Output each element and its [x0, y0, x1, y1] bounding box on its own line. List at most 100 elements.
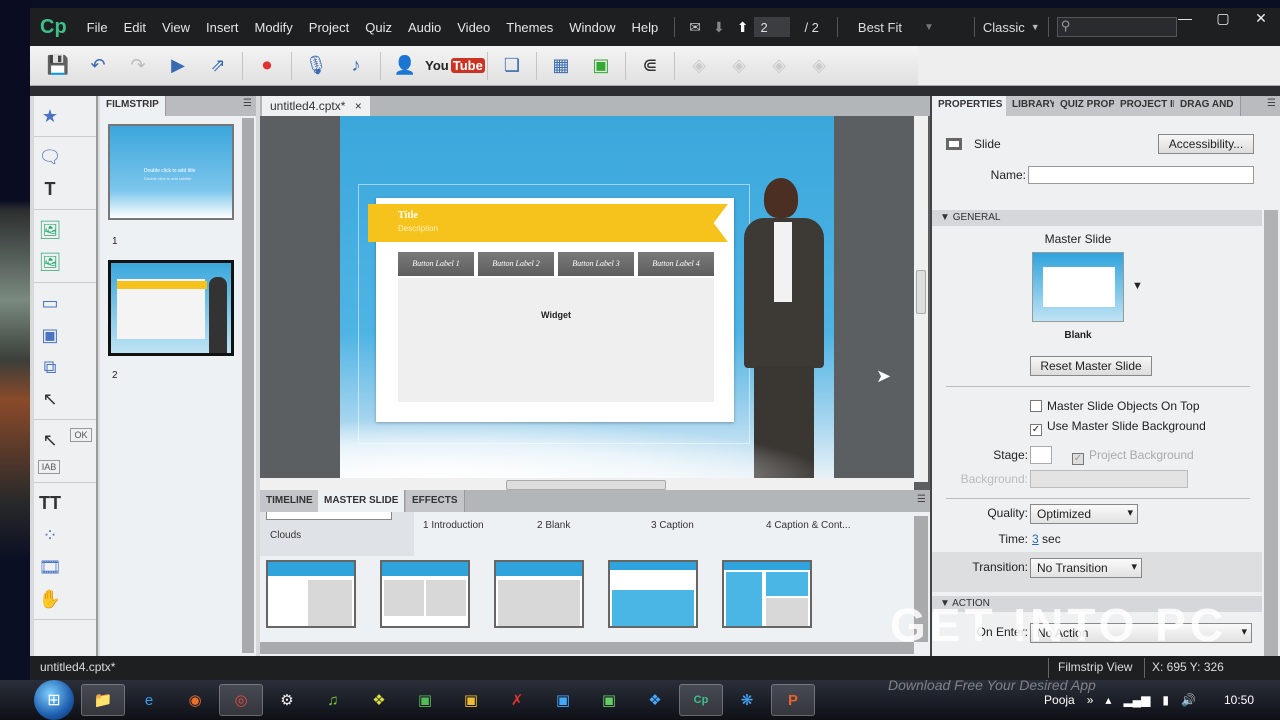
text-caption-icon[interactable]: 🗨	[38, 145, 62, 169]
accessibility-button[interactable]: Accessibility...	[1158, 134, 1254, 154]
widget-placeholder[interactable]: Widget	[398, 278, 714, 402]
taskbar-explorer-icon[interactable]: 📁	[81, 684, 125, 716]
zoom-dropdown-icon[interactable]: ▼	[924, 22, 934, 33]
master-thumb-caption-content[interactable]	[608, 560, 698, 628]
snap-to-grid-icon[interactable]: ▣	[587, 52, 615, 80]
workspace-dropdown-icon[interactable]: ▼	[1031, 22, 1040, 32]
text-entry-box-icon[interactable]: IAB	[38, 460, 60, 474]
menu-project[interactable]: Project	[301, 20, 357, 35]
animation-icon[interactable]: ⁘	[38, 523, 62, 547]
audio-note-icon[interactable]: ♪	[342, 52, 370, 80]
close-button[interactable]: ✕	[1242, 8, 1280, 30]
mouse-icon[interactable]: ↖	[38, 387, 62, 411]
master-slide-dropdown-icon[interactable]: ▼	[1132, 280, 1143, 292]
document-tab[interactable]: untitled4.cptx* ×	[262, 96, 370, 116]
taskbar-dropbox-icon[interactable]: ❖	[633, 684, 677, 716]
stage-vertical-scrollbar[interactable]	[914, 116, 928, 482]
minimize-button[interactable]: —	[1166, 8, 1204, 30]
menu-video[interactable]: Video	[449, 20, 498, 35]
vertical-scroll-thumb[interactable]	[916, 270, 926, 314]
general-section-header[interactable]: ▼ GENERAL	[932, 210, 1262, 226]
taskbar-ie-icon[interactable]: e	[127, 684, 171, 716]
tab-properties[interactable]: PROPERTIES	[932, 96, 1010, 116]
menu-quiz[interactable]: Quiz	[357, 20, 400, 35]
panel-menu-icon[interactable]: ☰	[243, 98, 252, 109]
preview-play-icon[interactable]: ▶	[164, 52, 192, 80]
microphone-icon[interactable]: 🎙	[302, 52, 330, 80]
transition-select[interactable]: No Transition	[1030, 558, 1142, 578]
menu-window[interactable]: Window	[561, 20, 623, 35]
taskbar-firefox-icon[interactable]: ◉	[173, 684, 217, 716]
tab-quiz-properties[interactable]: QUIZ PROP	[1054, 96, 1123, 116]
search-input[interactable]	[1056, 17, 1177, 37]
slide-description[interactable]: Description	[398, 224, 438, 233]
taskbar-app-icon[interactable]: ♫	[311, 684, 355, 716]
slide-layers-icon[interactable]: ❏	[498, 52, 526, 80]
button-icon[interactable]: OK	[70, 428, 92, 442]
panel-menu-icon[interactable]: ☰	[917, 494, 926, 505]
master-thumb-introduction[interactable]	[266, 560, 356, 628]
search-box[interactable]: ⚲	[1056, 17, 1177, 37]
master-objects-on-top-checkbox[interactable]: Master Slide Objects On Top	[1030, 399, 1200, 413]
gesture-icon[interactable]: ✋	[38, 587, 62, 611]
horizontal-scroll-thumb[interactable]	[506, 480, 666, 490]
tab-master-slide[interactable]: MASTER SLIDE	[318, 490, 406, 512]
youtube-icon[interactable]: You Tube	[425, 52, 485, 80]
highlight-box-icon[interactable]: ▭	[38, 291, 62, 315]
panel-menu-icon[interactable]: ☰	[1267, 98, 1276, 109]
taskbar-app-icon[interactable]: ⚙	[265, 684, 309, 716]
close-tab-icon[interactable]: ×	[355, 99, 362, 113]
star-icon[interactable]: ★	[38, 104, 62, 128]
rollover-slidelet-icon[interactable]: ▣	[38, 323, 62, 347]
taskbar-app-icon[interactable]: ▣	[587, 684, 631, 716]
current-slide-input[interactable]	[754, 17, 791, 37]
menu-modify[interactable]: Modify	[247, 20, 301, 35]
tray-overflow-icon[interactable]: »	[1087, 693, 1094, 707]
main-master-item[interactable]: Clouds	[260, 512, 414, 556]
slide-button-1[interactable]: Button Label 1	[398, 252, 474, 276]
taskbar-powerpoint-icon[interactable]: P	[771, 684, 815, 716]
previous-slide-arrow-icon[interactable]: ⬆	[737, 19, 749, 36]
filmstrip-slide-2[interactable]	[108, 260, 234, 356]
content-card[interactable]: Title Description Button Label 1 Button …	[368, 198, 734, 422]
properties-scrollbar[interactable]	[1264, 210, 1278, 656]
send-to-back-icon[interactable]: ◈	[805, 52, 833, 80]
slide-canvas[interactable]: Title Description Button Label 1 Button …	[340, 116, 834, 478]
battery-icon[interactable]: ▮	[1162, 693, 1169, 707]
tab-effects[interactable]: EFFECTS	[406, 490, 465, 512]
bring-to-front-icon[interactable]: ◈	[765, 52, 793, 80]
show-hidden-icons-icon[interactable]: ▴	[1105, 693, 1111, 707]
taskbar-evernote-icon[interactable]: ▣	[403, 684, 447, 716]
time-value[interactable]: 3	[1032, 532, 1039, 546]
publish-icon[interactable]: ⇗	[204, 52, 232, 80]
volume-icon[interactable]: 🔊	[1181, 693, 1196, 707]
taskbar-captivate-icon[interactable]: Cp	[679, 684, 723, 716]
video-icon[interactable]: 🎞	[38, 555, 62, 579]
maximize-button[interactable]: ▢	[1204, 8, 1242, 30]
bring-forward-icon[interactable]: ◈	[685, 52, 713, 80]
taskbar-app-icon[interactable]: ❋	[725, 684, 769, 716]
taskbar-app-icon[interactable]: ❖	[357, 684, 401, 716]
taskbar-twitter-icon[interactable]: ▣	[541, 684, 585, 716]
menu-view[interactable]: View	[154, 20, 198, 35]
stage-color-swatch[interactable]	[1030, 446, 1052, 464]
tab-timeline[interactable]: TIMELINE	[260, 490, 320, 512]
characters-icon[interactable]: 👤	[391, 52, 419, 80]
click-box-icon[interactable]: ↖	[38, 428, 62, 452]
network-signal-icon[interactable]: ▂▄▆	[1123, 693, 1150, 707]
taskbar-acrobat-icon[interactable]: ✗	[495, 684, 539, 716]
rollover-caption-icon[interactable]: T	[38, 177, 62, 201]
tab-filmstrip[interactable]: FILMSTRIP	[100, 96, 166, 116]
record-icon[interactable]: ⏺	[253, 52, 281, 80]
slide-name-input[interactable]	[1028, 166, 1254, 184]
master-thumb-5[interactable]	[722, 560, 812, 628]
master-slide-preview[interactable]	[1032, 252, 1124, 322]
menu-edit[interactable]: Edit	[116, 20, 154, 35]
image-icon[interactable]: 🖼	[38, 218, 62, 242]
menu-audio[interactable]: Audio	[400, 20, 449, 35]
reset-master-slide-button[interactable]: Reset Master Slide	[1030, 356, 1152, 376]
redo-icon[interactable]: ↷	[124, 52, 152, 80]
menu-insert[interactable]: Insert	[198, 20, 247, 35]
undo-icon[interactable]: ↶	[84, 52, 112, 80]
menu-help[interactable]: Help	[623, 20, 666, 35]
